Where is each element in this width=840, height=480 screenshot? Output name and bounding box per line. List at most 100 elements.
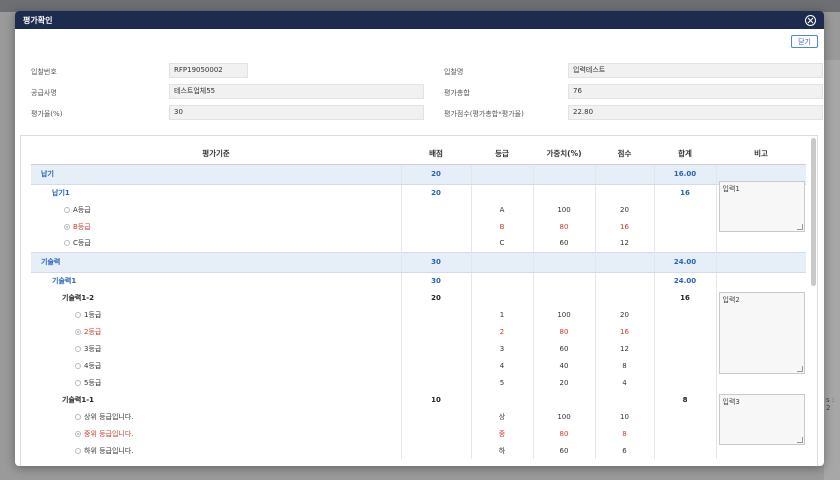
grade-option-row[interactable]: 상위 등급입니다. 상 100 10	[31, 408, 806, 425]
score-value: 8	[594, 425, 654, 442]
close-button[interactable]: 닫기	[791, 35, 818, 48]
score-value: 20	[594, 201, 654, 218]
grade-option-row[interactable]: 3등급 3 60 12	[31, 340, 806, 357]
grade-option-row[interactable]: A등급 A 100 20	[31, 201, 806, 218]
grade-value: 하	[470, 442, 533, 459]
radio-selected-icon[interactable]	[75, 328, 81, 335]
total-label: 평가총합	[444, 89, 470, 97]
radio-icon[interactable]	[75, 447, 81, 454]
grade-value: A	[470, 201, 533, 218]
radio-icon[interactable]	[75, 362, 81, 369]
bid-name-value: 입력테스트	[568, 63, 823, 78]
grade-option-label: 2등급	[84, 327, 102, 336]
subcriteria-name: 기술력1-2	[62, 293, 94, 302]
grade-option-row[interactable]: 4등급 4 40 8	[31, 357, 806, 374]
radio-selected-icon[interactable]	[75, 430, 81, 437]
grade-value: B	[470, 218, 533, 235]
radio-icon[interactable]	[75, 345, 81, 352]
subcriteria-points: 30	[400, 272, 471, 289]
info-row: 평가율(%) 30 평가점수(평가총합*평가율) 22.80	[29, 105, 823, 126]
grade-option[interactable]: 2등급	[31, 323, 401, 340]
grade-value: C	[470, 235, 533, 252]
grade-option[interactable]: 중위 등급입니다.	[31, 425, 401, 442]
score-value: 8	[594, 357, 654, 374]
modal-header: 평가확인	[15, 11, 824, 29]
grade-option[interactable]: 5등급	[31, 374, 401, 391]
radio-selected-icon[interactable]	[64, 223, 70, 230]
subcriteria-points: 20	[400, 184, 471, 201]
score-value: 20	[594, 306, 654, 323]
remarks-input[interactable]: 입력2	[718, 292, 805, 374]
header-grade: 등급	[471, 144, 533, 165]
grade-option[interactable]: 4등급	[31, 357, 401, 374]
grade-option[interactable]: A등급	[31, 201, 401, 218]
evaluation-modal: 평가확인 닫기 입찰번호 RFP19050002 입찰명 입력테스트 공급사명 …	[15, 11, 824, 466]
info-row: 입찰번호 RFP19050002 입찰명 입력테스트	[29, 63, 823, 84]
grade-option-row[interactable]: 5등급 5 20 4	[31, 374, 806, 391]
radio-icon[interactable]	[75, 413, 81, 420]
bid-info: 입찰번호 RFP19050002 입찰명 입력테스트 공급사명 테스트업체55 …	[29, 63, 823, 126]
grade-option-label: 하위 등급입니다.	[84, 446, 134, 455]
group-points: 20	[400, 163, 471, 185]
vertical-scrollbar[interactable]	[811, 138, 816, 286]
close-icon[interactable]	[805, 14, 816, 26]
subcriteria-row: 기술력1 30 24.00	[31, 272, 806, 289]
score-label: 평가점수(평가총합*평가율)	[444, 110, 524, 118]
header-weight: 가중치(%)	[533, 144, 595, 165]
grade-option[interactable]: B등급	[31, 218, 401, 235]
subcriteria-sum: 16	[653, 184, 716, 201]
subcriteria-sum: 8	[653, 391, 716, 408]
score-value: 22.80	[568, 105, 823, 120]
group-name: 기술력	[31, 251, 401, 273]
grade-option-row[interactable]: 하위 등급입니다. 하 60 6	[31, 442, 806, 459]
grade-option[interactable]: 1등급	[31, 306, 401, 323]
grade-option[interactable]: 하위 등급입니다.	[31, 442, 401, 459]
header-score: 점수	[595, 144, 654, 165]
grade-option-row-selected[interactable]: B등급 B 80 16	[31, 218, 806, 235]
group-name: 납기	[31, 163, 401, 185]
bid-name-label: 입찰명	[444, 68, 464, 76]
weight-value: 100	[532, 408, 595, 425]
remarks-input[interactable]: 입력3	[718, 394, 805, 445]
weight-value: 60	[532, 340, 595, 357]
subcriteria-name: 기술력1	[52, 276, 77, 285]
grade-option-label: 중위 등급입니다.	[84, 429, 134, 438]
weight-value: 100	[532, 201, 595, 218]
score-value: 12	[594, 340, 654, 357]
grade-option-row[interactable]: C등급 C 60 12	[31, 235, 806, 252]
supplier-label: 공급사명	[31, 89, 57, 97]
radio-icon[interactable]	[75, 311, 81, 318]
rfp-no-value: RFP19050002	[169, 63, 248, 78]
radio-icon[interactable]	[64, 206, 70, 213]
grade-option-row-selected[interactable]: 중위 등급입니다. 중 80 8	[31, 425, 806, 442]
grade-option[interactable]: C등급	[31, 235, 401, 252]
radio-icon[interactable]	[64, 240, 70, 247]
criteria-table: 평가기준 배점 등급 가중치(%) 점수 합계 비고 납기 20 16.00 납…	[31, 144, 806, 459]
header-remarks: 비고	[716, 144, 806, 165]
total-value: 76	[568, 84, 823, 99]
modal-title: 평가확인	[23, 15, 53, 25]
subcriteria-name: 기술력1-1	[62, 395, 94, 404]
group-sum: 16.00	[653, 163, 716, 185]
radio-icon[interactable]	[75, 379, 81, 386]
remarks-input[interactable]: 입력1	[718, 180, 805, 232]
rate-value: 30	[169, 105, 424, 120]
grade-value: 1	[470, 306, 533, 323]
grade-option-label: C등급	[73, 239, 91, 248]
grade-option[interactable]: 3등급	[31, 340, 401, 357]
background-side-text: s : 2	[826, 396, 835, 412]
weight-value: 60	[532, 442, 595, 459]
weight-value: 20	[532, 374, 595, 391]
grade-option-label: 3등급	[84, 344, 102, 353]
grade-option[interactable]: 상위 등급입니다.	[31, 408, 401, 425]
header-sum: 합계	[654, 144, 716, 165]
grade-option-row[interactable]: 1등급 1 100 20	[31, 306, 806, 323]
evaluation-criteria-panel: 평가기준 배점 등급 가중치(%) 점수 합계 비고 납기 20 16.00 납…	[20, 135, 818, 466]
weight-value: 80	[532, 323, 595, 340]
weight-value: 80	[532, 218, 595, 235]
subcriteria-name: 납기1	[52, 188, 70, 197]
grade-option-row-selected[interactable]: 2등급 2 80 16	[31, 323, 806, 340]
info-row: 공급사명 테스트업체55 평가총합 76	[29, 84, 823, 105]
score-value: 16	[594, 218, 654, 235]
score-value: 4	[594, 374, 654, 391]
